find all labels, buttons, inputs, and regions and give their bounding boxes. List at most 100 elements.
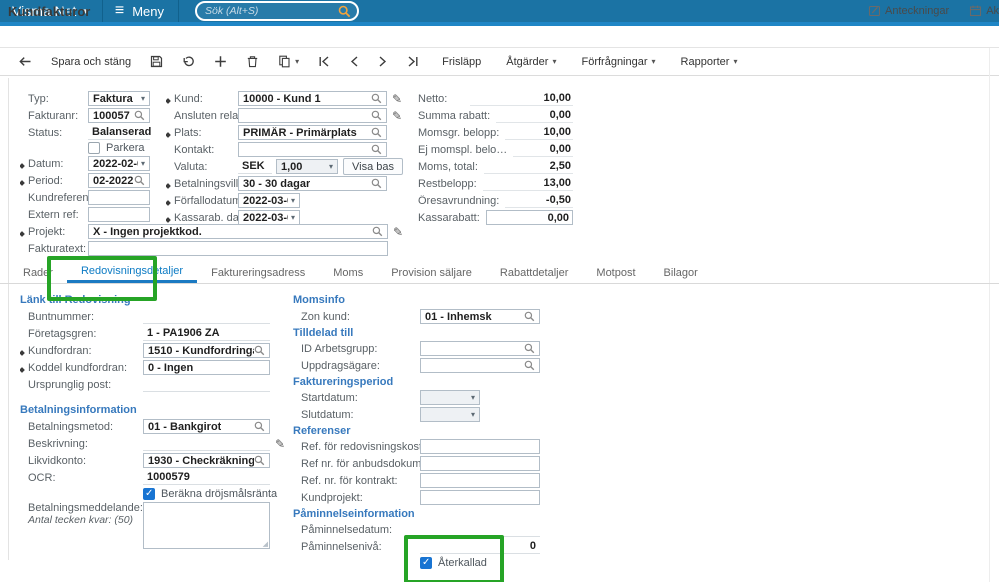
uppdragsagare-input[interactable]: [420, 358, 540, 373]
chevron-down-icon[interactable]: ▾: [326, 162, 333, 171]
lookup-icon[interactable]: [371, 127, 382, 138]
save-and-close-button[interactable]: Spara och stäng: [51, 56, 131, 68]
fakturanr-input[interactable]: 100057: [88, 108, 150, 123]
edit-pencil-icon[interactable]: ✎: [275, 438, 285, 450]
total-row-netto: Netto: 10,00: [410, 90, 573, 107]
ref-redovisningskostnad-input[interactable]: [420, 439, 540, 454]
netto-label: Netto:: [418, 92, 448, 105]
save-button[interactable]: [150, 55, 163, 68]
kassarab-datum-datepicker[interactable]: 2022-03-04 ▾: [238, 210, 300, 225]
edit-pencil-icon[interactable]: ✎: [392, 110, 402, 122]
field-fakturatext: Fakturatext:: [20, 240, 400, 257]
valuta-rate-dropdown[interactable]: 1,00 ▾: [276, 159, 338, 174]
drojsmalsranta-checkbox[interactable]: [143, 488, 155, 500]
lookup-icon[interactable]: [371, 93, 382, 104]
actions-menu[interactable]: Åtgärder ▾: [506, 56, 556, 68]
period-input[interactable]: 02-2022: [88, 173, 150, 188]
chevron-down-icon[interactable]: ▾: [468, 393, 475, 402]
lookup-icon[interactable]: [372, 226, 383, 237]
plats-input[interactable]: PRIMÄR - Primärplats: [238, 125, 387, 140]
activities-button[interactable]: Akt: [969, 4, 999, 17]
lookup-icon[interactable]: [134, 110, 145, 121]
tab-provision-saljare[interactable]: Provision säljare: [377, 262, 486, 283]
chevron-down-icon: ▾: [295, 57, 300, 66]
undo-button[interactable]: [182, 55, 195, 68]
extern-ref-input[interactable]: [88, 207, 150, 222]
id-arbetsgrupp-input[interactable]: [420, 341, 540, 356]
next-record-button[interactable]: [378, 55, 388, 68]
search-input[interactable]: [203, 4, 334, 18]
global-search[interactable]: [195, 1, 359, 21]
edit-pencil-icon[interactable]: ✎: [392, 93, 402, 105]
lookup-icon[interactable]: [134, 175, 145, 186]
lookup-icon[interactable]: [524, 311, 535, 322]
delete-button[interactable]: [246, 55, 259, 68]
lookup-icon[interactable]: [371, 144, 382, 155]
release-button[interactable]: Frisläpp: [442, 56, 481, 68]
chevron-down-icon[interactable]: ▾: [288, 213, 295, 222]
datum-datepicker[interactable]: 2022-02-02 ▾: [88, 156, 150, 171]
betalningsmetod-input[interactable]: 01 - Bankgirot: [143, 419, 270, 434]
main-menu-button[interactable]: ≡ Meny: [115, 3, 164, 19]
reports-menu[interactable]: Rapporter ▾: [681, 56, 738, 68]
lookup-icon[interactable]: [254, 455, 265, 466]
projekt-input[interactable]: X - Ingen projektkod.: [88, 224, 388, 239]
chevron-down-icon[interactable]: ▾: [468, 410, 475, 419]
aterkallad-checkbox[interactable]: [420, 557, 432, 569]
lookup-icon[interactable]: [254, 345, 265, 356]
slutdatum-datepicker[interactable]: ▾: [420, 407, 480, 422]
first-record-button[interactable]: [318, 55, 330, 68]
zon-kund-input[interactable]: 01 - Inhemsk: [420, 309, 540, 324]
ref-kontrakt-input[interactable]: [420, 473, 540, 488]
tab-motpost[interactable]: Motpost: [582, 262, 649, 283]
lookup-icon[interactable]: [371, 178, 382, 189]
accounting-details-right: Momsinfo Zon kund: 01 - Inhemsk Tilldela…: [293, 292, 553, 571]
fakturatext-input[interactable]: [88, 241, 388, 256]
tab-moms[interactable]: Moms: [319, 262, 377, 283]
page-right-border: [989, 48, 990, 582]
tab-rader[interactable]: Rader: [20, 262, 67, 283]
tab-rabattdetaljer[interactable]: Rabattdetaljer: [486, 262, 583, 283]
ref-anbudsdokument-input[interactable]: [420, 456, 540, 471]
inquiries-menu[interactable]: Förfrågningar ▾: [581, 56, 655, 68]
chevron-down-icon[interactable]: ▾: [138, 94, 145, 103]
search-icon[interactable]: [338, 5, 351, 18]
koddel-input[interactable]: 0 - Ingen: [143, 360, 270, 375]
kund-label: Kund:: [166, 93, 238, 105]
kontakt-input[interactable]: [238, 142, 387, 157]
forfallodatum-datepicker[interactable]: 2022-03-04 ▾: [238, 193, 300, 208]
ansluten-relation-input[interactable]: [238, 108, 387, 123]
add-button[interactable]: [214, 55, 227, 68]
kassarabatt-input[interactable]: 0,00: [485, 210, 573, 225]
visa-bas-button[interactable]: Visa bas: [343, 158, 403, 175]
kundreferens-input[interactable]: [88, 190, 150, 205]
notes-button[interactable]: Anteckningar: [868, 4, 949, 17]
lookup-icon[interactable]: [254, 421, 265, 432]
tab-bilagor[interactable]: Bilagor: [650, 262, 712, 283]
typ-dropdown[interactable]: Faktura ▾: [88, 91, 150, 106]
kund-input[interactable]: 10000 - Kund 1: [238, 91, 387, 106]
lookup-icon[interactable]: [371, 110, 382, 121]
copy-paste-button[interactable]: ▾: [278, 55, 299, 68]
betalningsmeddelande-textarea[interactable]: [143, 502, 270, 549]
back-button[interactable]: [18, 55, 32, 68]
edit-pencil-icon[interactable]: ✎: [393, 226, 403, 238]
tab-redovisningsdetaljer[interactable]: Redovisningsdetaljer: [66, 262, 198, 283]
parkera-checkbox[interactable]: [88, 142, 100, 154]
lookup-icon[interactable]: [524, 360, 535, 371]
oresavrundning-value: -0,50: [505, 193, 573, 208]
betalningsvillkor-input[interactable]: 30 - 30 dagar: [238, 176, 387, 191]
chevron-down-icon[interactable]: ▾: [138, 159, 145, 168]
kundprojekt-label: Kundprojekt:: [301, 491, 363, 504]
likvidkonto-input[interactable]: 1930 - Checkräkningskonto: [143, 453, 270, 468]
previous-record-button[interactable]: [349, 55, 359, 68]
startdatum-datepicker[interactable]: ▾: [420, 390, 480, 405]
last-record-button[interactable]: [407, 55, 419, 68]
kundfordran-input[interactable]: 1510 - Kundfordringar: [143, 343, 270, 358]
field-kundfordran: Kundfordran: 1510 - Kundfordringar: [20, 342, 282, 359]
field-paminnelsedatum: Påminnelsedatum:: [293, 521, 553, 538]
kundprojekt-input[interactable]: [420, 490, 540, 505]
tab-faktureringsadress[interactable]: Faktureringsadress: [197, 262, 319, 283]
chevron-down-icon[interactable]: ▾: [288, 196, 295, 205]
lookup-icon[interactable]: [524, 343, 535, 354]
